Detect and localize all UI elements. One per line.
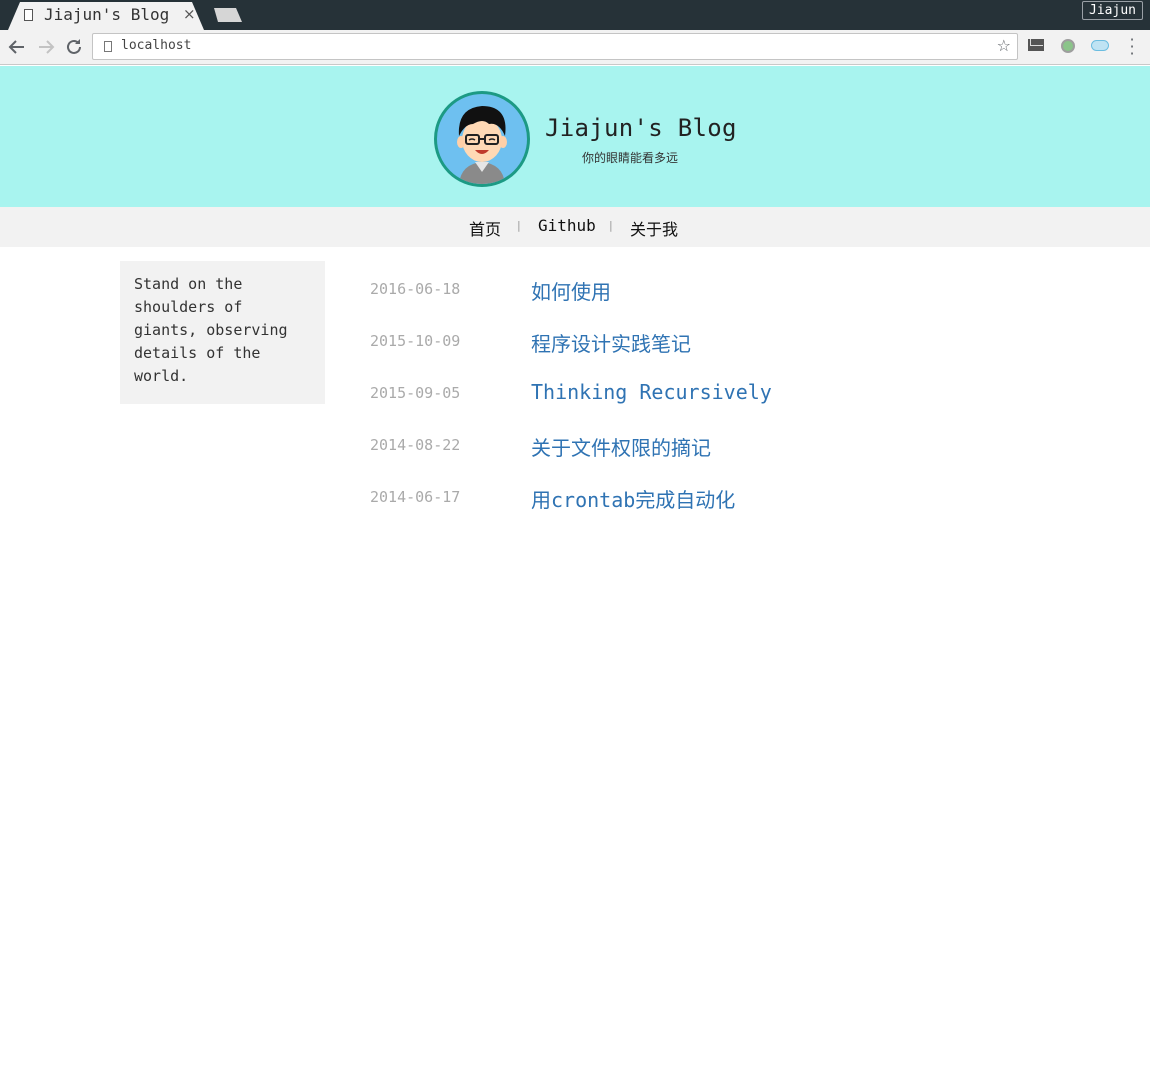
nav-home[interactable]: 首页 bbox=[469, 216, 501, 240]
url-text[interactable]: localhost bbox=[121, 38, 191, 53]
cloud-icon[interactable] bbox=[1091, 40, 1109, 51]
star-icon[interactable]: ☆ bbox=[997, 36, 1011, 55]
nav-about[interactable]: 关于我 bbox=[630, 216, 678, 240]
post-date: 2014-06-17 bbox=[370, 488, 461, 506]
nav-github[interactable]: Github bbox=[538, 216, 596, 235]
close-tab-icon[interactable]: × bbox=[183, 5, 196, 23]
post-title-link[interactable]: 如何使用 bbox=[531, 276, 611, 305]
tab-strip: Jiajun's Blog × Jiajun bbox=[0, 0, 1150, 30]
more-vert-icon[interactable]: · · · bbox=[1126, 32, 1138, 62]
post-date: 2015-09-05 bbox=[370, 384, 461, 402]
avatar bbox=[434, 91, 530, 187]
extension-icon[interactable] bbox=[1061, 39, 1075, 53]
post-title-link[interactable]: 用crontab完成自动化 bbox=[531, 484, 735, 513]
post-title-link[interactable]: 关于文件权限的摘记 bbox=[531, 432, 711, 461]
back-arrow-icon[interactable] bbox=[6, 36, 28, 58]
post-date: 2016-06-18 bbox=[370, 280, 461, 298]
tab-title[interactable]: Jiajun's Blog bbox=[44, 5, 169, 24]
page-icon bbox=[104, 41, 112, 52]
post-date: 2014-08-22 bbox=[370, 436, 461, 454]
forward-arrow-icon[interactable] bbox=[35, 36, 57, 58]
new-tab-button[interactable] bbox=[214, 8, 242, 22]
site-title[interactable]: Jiajun's Blog bbox=[545, 114, 737, 142]
nav-separator: | bbox=[517, 219, 521, 232]
mail-icon[interactable] bbox=[1028, 39, 1044, 51]
reload-icon[interactable] bbox=[63, 36, 85, 58]
site-header: Jiajun's Blog 你的眼睛能看多远 bbox=[0, 66, 1150, 207]
site-subtitle: 你的眼睛能看多远 bbox=[582, 151, 679, 165]
nav-separator: | bbox=[609, 219, 613, 232]
address-bar[interactable]: localhost ☆ bbox=[92, 33, 1018, 60]
profile-button[interactable]: Jiajun bbox=[1082, 1, 1143, 20]
post-title-link[interactable]: Thinking Recursively bbox=[531, 380, 772, 404]
browser-toolbar: localhost ☆ · · · bbox=[0, 30, 1150, 65]
sidebar-motto: Stand on the shoulders of giants, observ… bbox=[120, 261, 325, 404]
sidebar-text: Stand on the shoulders of giants, observ… bbox=[134, 275, 288, 385]
post-title-link[interactable]: 程序设计实践笔记 bbox=[531, 328, 691, 357]
main-nav: 首页 | Github | 关于我 bbox=[0, 207, 1150, 247]
post-date: 2015-10-09 bbox=[370, 332, 461, 350]
page-icon bbox=[24, 9, 33, 21]
